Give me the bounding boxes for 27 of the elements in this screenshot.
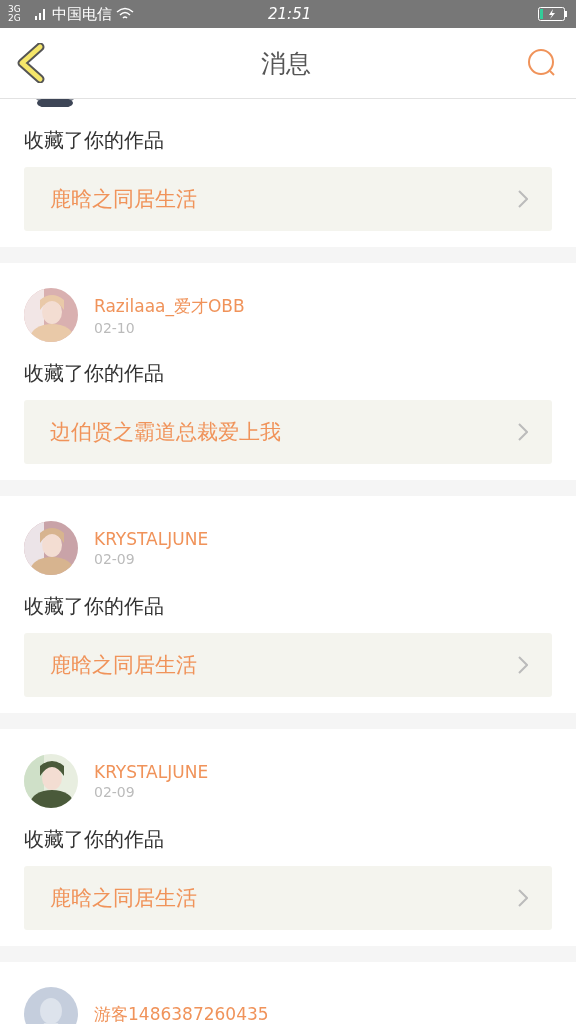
clock-time: 21:51 — [268, 5, 312, 23]
carrier-name: 中国电信 — [52, 4, 112, 24]
work-link[interactable]: 鹿晗之同居生活 — [24, 633, 552, 697]
chevron-icon — [518, 889, 528, 907]
wifi-icon — [116, 7, 134, 21]
message-text: 收藏了你的作品 — [24, 128, 165, 152]
message-text: 收藏了你的作品 — [24, 827, 165, 851]
network-type: 3G 2G — [8, 5, 22, 23]
message-date: 02-10 — [94, 319, 136, 336]
chevron-icon — [518, 423, 528, 441]
battery-icon — [538, 7, 568, 21]
chevron-icon — [518, 190, 528, 208]
work-link[interactable]: 鹿晗之同居生活 — [24, 167, 552, 231]
message-text: 收藏了你的作品 — [24, 361, 165, 385]
work-link[interactable]: 鹿晗之同居生活 — [24, 866, 552, 930]
back-icon[interactable] — [16, 43, 46, 83]
user-name[interactable]: KRYSTALJUNE — [94, 762, 209, 782]
user-name[interactable]: 游客1486387260435 — [94, 1002, 269, 1024]
message-text: 收藏了你的作品 — [24, 594, 165, 618]
user-name[interactable]: KRYSTALJUNE — [94, 529, 209, 549]
message-date: 02-09 — [94, 784, 136, 800]
user-name[interactable]: Razilaaa_爱才OBB — [94, 294, 245, 318]
chevron-icon — [518, 656, 528, 674]
signal-icon — [34, 7, 48, 21]
page-title: 消息 — [261, 47, 311, 80]
work-link[interactable]: 边伯贤之霸道总裁爱上我 — [24, 400, 552, 464]
message-date: 02-09 — [94, 551, 136, 567]
